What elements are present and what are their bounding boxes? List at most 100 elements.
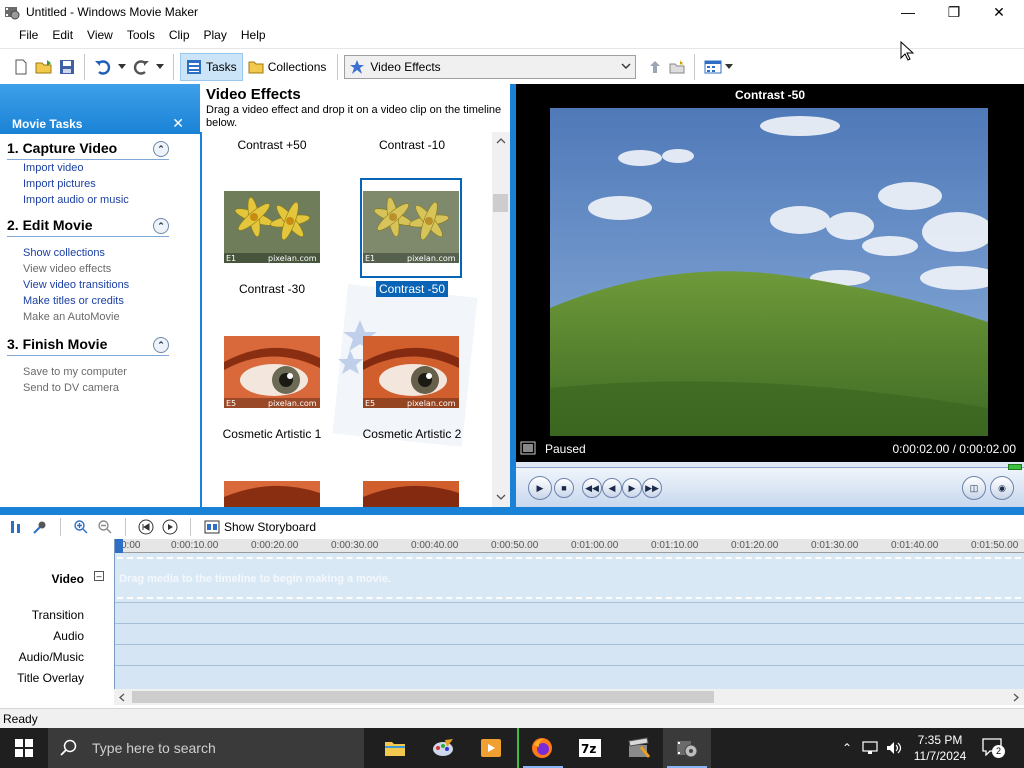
drop-zone-border xyxy=(117,557,1021,559)
close-tasks-pane-button[interactable]: ✕ xyxy=(172,115,184,132)
menu-view[interactable]: View xyxy=(80,24,120,46)
redo-button[interactable] xyxy=(129,53,153,81)
next-frame-button[interactable]: ▶ xyxy=(622,478,642,498)
zoom-in-button[interactable] xyxy=(71,517,91,537)
effect-thumbnail-partial[interactable] xyxy=(224,481,320,507)
restore-button[interactable]: ❐ xyxy=(931,0,977,24)
tasks-toggle-button[interactable]: Tasks xyxy=(180,52,243,81)
pane-splitter[interactable] xyxy=(0,507,1024,515)
taskbar-media-app[interactable] xyxy=(615,728,663,768)
taskbar-7zip[interactable]: 7z xyxy=(566,728,614,768)
timeline-tracks-area[interactable]: 0:00 0:00:10.00 0:00:20.00 0:00:30.00 0:… xyxy=(114,539,1024,689)
scroll-left-icon[interactable] xyxy=(119,693,125,702)
timeline-ruler[interactable]: 0:00 0:00:10.00 0:00:20.00 0:00:30.00 0:… xyxy=(115,539,1024,553)
menu-play[interactable]: Play xyxy=(197,24,234,46)
menu-edit[interactable]: Edit xyxy=(45,24,80,46)
views-button[interactable] xyxy=(701,53,736,81)
effect-item-label[interactable]: Cosmetic Artistic 1 xyxy=(202,427,342,441)
task-link-import-audio[interactable]: Import audio or music xyxy=(7,192,169,208)
previous-frame-button[interactable]: ◀ xyxy=(602,478,622,498)
taskbar-file-explorer[interactable] xyxy=(371,728,419,768)
stop-button[interactable]: ■ xyxy=(554,478,574,498)
taskbar-paint-app[interactable] xyxy=(419,728,467,768)
play-button[interactable]: ▶ xyxy=(528,476,552,500)
video-track[interactable]: Drag media to the timeline to begin maki… xyxy=(115,553,1024,603)
taskbar-search-box[interactable]: Type here to search xyxy=(48,728,364,768)
collapse-video-track-icon[interactable]: – xyxy=(94,571,104,581)
taskbar-video-player[interactable] xyxy=(467,728,515,768)
network-icon[interactable] xyxy=(862,741,878,755)
section-title[interactable]: 2. Edit Movie ⌃ xyxy=(7,217,169,237)
task-link-import-pictures[interactable]: Import pictures xyxy=(7,176,169,192)
seek-bar[interactable] xyxy=(516,462,1024,468)
taskbar-movie-maker[interactable] xyxy=(663,728,711,768)
close-button[interactable]: ✕ xyxy=(976,0,1022,24)
taskbar-firefox[interactable] xyxy=(517,728,565,768)
effect-item-label[interactable]: Contrast +50 xyxy=(202,138,342,152)
effect-thumbnail-contrast-30[interactable]: E1 pixelan.com xyxy=(224,191,320,263)
collapse-section-icon[interactable]: ⌃ xyxy=(153,141,169,157)
play-timeline-button[interactable] xyxy=(160,517,180,537)
scroll-down-icon[interactable] xyxy=(496,494,506,500)
show-hidden-icons-icon[interactable]: ⌃ xyxy=(838,741,856,755)
effect-item-label[interactable]: Cosmetic Artistic 2 xyxy=(342,427,482,441)
menu-clip[interactable]: Clip xyxy=(162,24,197,46)
task-link-import-video[interactable]: Import video xyxy=(7,160,169,176)
redo-dropdown-button[interactable] xyxy=(153,53,167,81)
effect-item-label[interactable]: Contrast -10 xyxy=(342,138,482,152)
task-link-make-titles[interactable]: Make titles or credits xyxy=(7,293,169,309)
effect-item-label[interactable]: Contrast -30 xyxy=(202,282,342,296)
undo-dropdown-button[interactable] xyxy=(115,53,129,81)
collections-toggle-button[interactable]: Collections xyxy=(243,53,332,81)
menu-file[interactable]: File xyxy=(12,24,45,46)
take-picture-button[interactable]: ◉ xyxy=(990,476,1014,500)
section-title[interactable]: 1. Capture Video ⌃ xyxy=(7,140,169,160)
effect-thumbnail-contrast-50[interactable]: E1 pixelan.com xyxy=(363,191,459,263)
effect-thumbnail-partial[interactable] xyxy=(363,481,459,507)
transition-track[interactable] xyxy=(115,603,1024,624)
collection-select[interactable]: Video Effects xyxy=(344,54,637,79)
undo-button[interactable] xyxy=(91,53,115,81)
new-project-button[interactable] xyxy=(10,53,32,81)
effect-thumbnail-cosmetic-artistic-1[interactable]: E5 pixelan.com xyxy=(224,336,320,408)
volume-icon[interactable] xyxy=(886,741,902,755)
show-storyboard-button[interactable]: Show Storyboard xyxy=(201,517,319,537)
timeline-horizontal-scrollbar[interactable] xyxy=(114,689,1024,705)
effect-item-label-selected[interactable]: Contrast -50 xyxy=(342,281,482,297)
menu-help[interactable]: Help xyxy=(234,24,273,46)
up-one-level-button[interactable] xyxy=(644,53,666,81)
set-audio-levels-button[interactable] xyxy=(6,517,26,537)
task-link-show-collections[interactable]: Show collections xyxy=(7,245,169,261)
task-link-view-video-transitions[interactable]: View video transitions xyxy=(7,277,169,293)
taskbar-clock[interactable]: 7:35 PM 11/7/2024 xyxy=(906,732,974,764)
forward-button[interactable]: ▶▶ xyxy=(642,478,662,498)
scroll-up-icon[interactable] xyxy=(496,138,506,144)
new-collection-folder-button[interactable] xyxy=(666,53,688,81)
menu-tools[interactable]: Tools xyxy=(120,24,162,46)
audio-music-track[interactable] xyxy=(115,645,1024,666)
save-project-button[interactable] xyxy=(56,53,78,81)
scrollbar-thumb[interactable] xyxy=(132,691,714,703)
minimize-button[interactable]: — xyxy=(885,0,931,24)
camera-icon: ◉ xyxy=(998,482,1006,493)
seek-thumb[interactable] xyxy=(1008,464,1022,470)
back-button[interactable]: ◀◀ xyxy=(582,478,602,498)
zoom-out-button[interactable] xyxy=(95,517,115,537)
effect-thumbnail-cosmetic-artistic-2[interactable]: E5 pixelan.com xyxy=(363,336,459,408)
title-overlay-track[interactable] xyxy=(115,666,1024,689)
playhead-marker[interactable] xyxy=(115,539,123,553)
audio-track[interactable] xyxy=(115,624,1024,645)
open-project-button[interactable] xyxy=(32,53,56,81)
scroll-right-icon[interactable] xyxy=(1013,693,1019,702)
scrollbar-thumb[interactable] xyxy=(493,194,508,212)
notification-center-button[interactable]: 2 xyxy=(982,738,1006,758)
effects-vertical-scrollbar[interactable] xyxy=(492,132,510,507)
split-clip-button[interactable]: ◫ xyxy=(962,476,986,500)
collapse-section-icon[interactable]: ⌃ xyxy=(153,218,169,234)
rewind-timeline-button[interactable] xyxy=(136,517,156,537)
narrate-timeline-button[interactable] xyxy=(30,517,50,537)
start-button[interactable] xyxy=(0,728,48,768)
collapse-section-icon[interactable]: ⌃ xyxy=(153,337,169,353)
section-title[interactable]: 3. Finish Movie ⌃ xyxy=(7,336,169,356)
monitor-screen-icon[interactable] xyxy=(520,441,536,455)
